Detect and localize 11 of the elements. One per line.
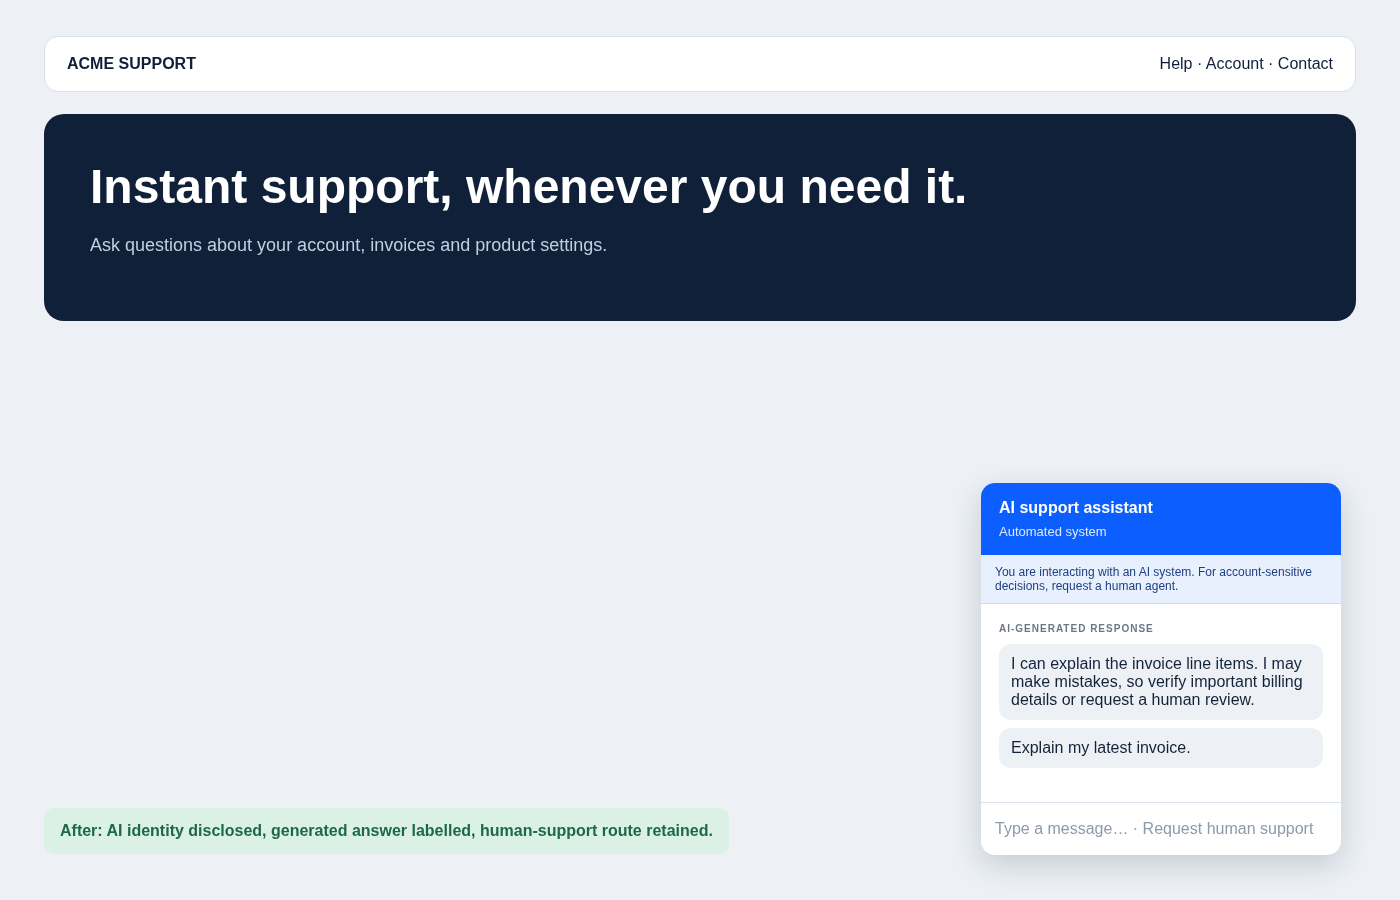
brand-name: ACME SUPPORT (67, 54, 196, 74)
chat-title: AI support assistant (999, 497, 1154, 518)
nav-links[interactable]: Help · Account · Contact (1159, 52, 1333, 76)
disclosure-notice: You are interacting with an AI system. For account-sensitive decisions, request a human agent. (981, 555, 1341, 604)
hero-title: Instant support, whenever you need it. (90, 159, 969, 215)
message-bubble: Explain my latest invoice. (999, 728, 1323, 768)
message-bubble: I can explain the invoice line items. I may make mistakes, so verify important billing details or request a human review. (999, 644, 1323, 720)
status-note: After: AI identity disclosed, generated answer labelled, human-support route retained. (44, 808, 729, 854)
response-label: AI-GENERATED RESPONSE (999, 622, 1155, 636)
chat-subtitle: Automated system (999, 522, 1108, 541)
hero-subtitle: Ask questions about your account, invoices and product settings. (90, 233, 609, 257)
